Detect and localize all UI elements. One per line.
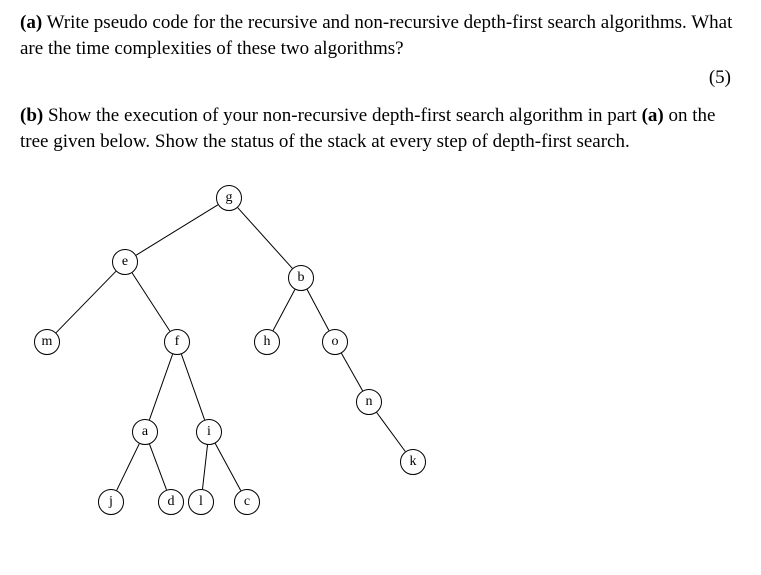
tree-edge-g-e [136,204,218,254]
tree-edge-a-d [150,444,167,490]
tree-node-d: d [158,489,184,515]
tree-edge-o-n [341,353,362,390]
tree-edge-a-j [117,443,140,490]
tree-edge-e-m [56,271,116,332]
tree-node-m: m [34,329,60,355]
tree-edge-n-k [377,412,406,451]
part-a-body: Write pseudo code for the recursive and … [20,12,732,59]
tree-diagram: g e b m f h o n a i k j dlc [20,165,740,545]
part-b-refA: (a) [642,105,664,126]
tree-node-l: l [188,489,214,515]
tree-node-o: o [322,329,348,355]
tree-edge-g-b [238,207,293,268]
tree-node-g: g [216,185,242,211]
tree-node-c: c [234,489,260,515]
tree-edge-f-a [149,354,172,420]
tree-node-a: a [132,419,158,445]
tree-node-e: e [112,249,138,275]
part-b-body1: Show the execution of your non-recursive… [43,105,641,126]
tree-edge-i-l [203,444,208,488]
tree-node-k: k [400,449,426,475]
tree-edge-i-c [215,443,241,490]
part-b-label: (b) [20,105,43,126]
tree-edge-e-f [132,272,170,330]
part-a-text: (a) Write pseudo code for the recursive … [20,10,741,61]
tree-node-b: b [288,265,314,291]
part-a-marks: (5) [20,67,731,89]
tree-edge-b-h [273,289,295,330]
tree-node-f: f [164,329,190,355]
tree-node-j: j [98,489,124,515]
tree-edge-f-i [181,354,204,420]
tree-node-i: i [196,419,222,445]
tree-node-h: h [254,329,280,355]
tree-edges [20,165,740,545]
tree-node-n: n [356,389,382,415]
part-b-text: (b) Show the execution of your non-recur… [20,103,741,154]
part-a-label: (a) [20,12,42,33]
tree-edge-b-o [307,289,329,330]
